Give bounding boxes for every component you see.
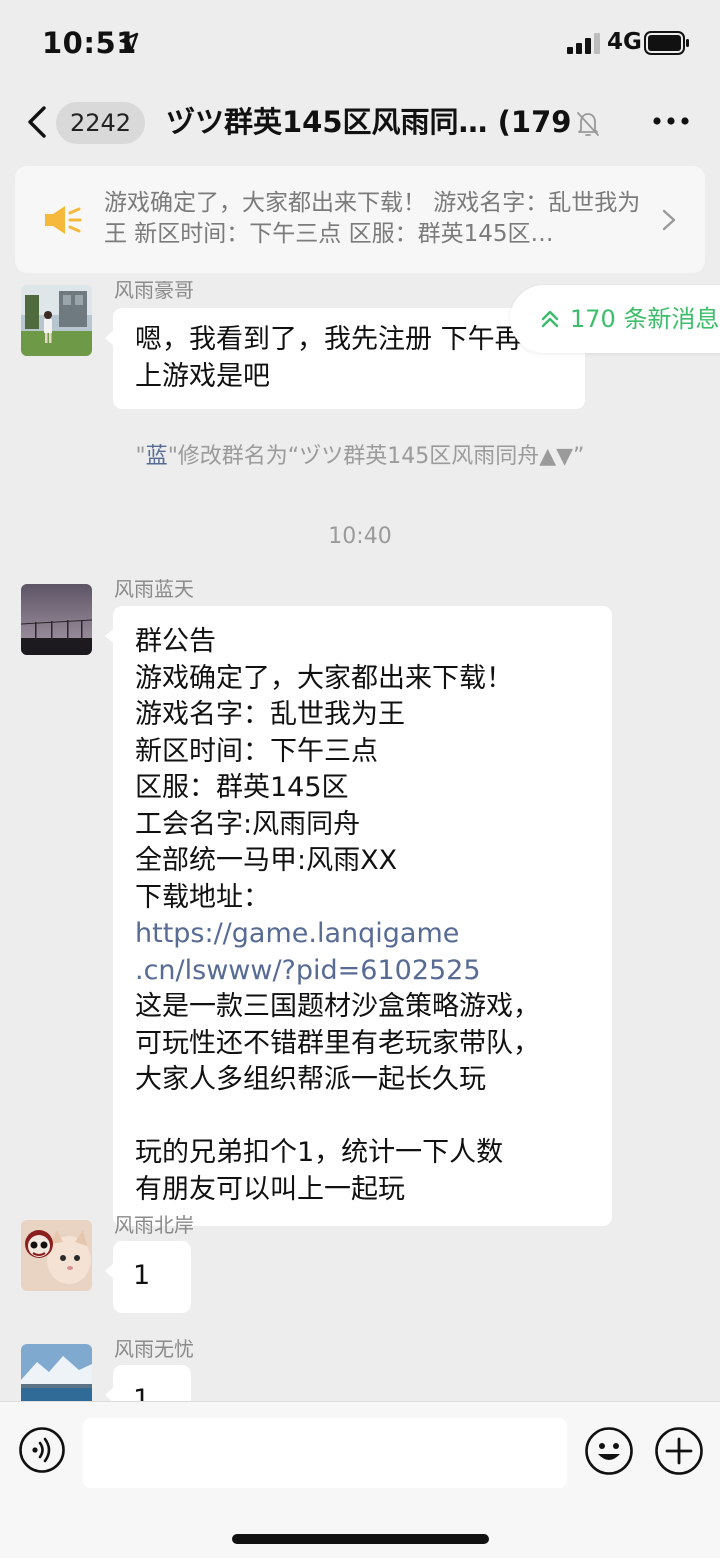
network-type: 4G [607, 29, 642, 55]
message-line: 可玩性还不错群里有老玩家带队， [135, 1027, 540, 1059]
status-bar: 10:51 4G [0, 0, 720, 88]
message-line: 嗯，我看到了，我先注册 下午再 [135, 324, 522, 355]
battery-icon [644, 31, 689, 55]
chevron-right-icon [662, 209, 676, 231]
chevron-left-icon[interactable] [24, 104, 50, 140]
message-line: 上游戏是吧 [135, 360, 270, 392]
message-line: 下载地址： https://game.lanqigame [135, 880, 590, 953]
chat-title: ヅツ群英145区风雨同… (179) [166, 105, 572, 139]
new-messages-button[interactable]: 170 条新消息 [510, 285, 720, 353]
sender-name: 风雨北岸 [114, 1213, 194, 1237]
group-notice-text: 游戏确定了，大家都出来下载！ 游戏名字：乱世我为王 新区时间：下午三点 区服：群… [104, 190, 641, 247]
download-label: 下载地址： [135, 881, 270, 913]
rename-quote: " [135, 444, 146, 469]
message-line: 游戏名字：乱世我为王 [135, 699, 405, 730]
message-line: 大家人多组织帮派一起长久玩 [135, 1064, 486, 1095]
message-line: 全部统一马甲:风雨XX [135, 845, 398, 876]
input-bar [0, 1401, 720, 1558]
sender-name: 风雨豪哥 [114, 281, 194, 302]
message-line: 区服：群英145区 [135, 772, 349, 803]
avatar[interactable] [21, 1220, 92, 1291]
rename-text: "修改群名为“ヅツ群英145区风雨同舟▲▼” [167, 444, 585, 469]
download-link-continued[interactable]: .cn/lswww/?pid=6102525 [135, 955, 481, 986]
system-rename-notice: "蓝"修改群名为“ヅツ群英145区风雨同舟▲▼” [0, 442, 720, 472]
mute-bell-icon [577, 112, 599, 136]
unread-count-badge[interactable]: 2242 [56, 102, 146, 144]
megaphone-icon [45, 206, 82, 234]
message-line: 新区时间：下午三点 [135, 735, 378, 767]
new-messages-label: 170 条新消息 [570, 305, 720, 333]
home-indicator[interactable] [232, 1534, 489, 1544]
announcement-bubble[interactable]: 群公告 游戏确定了，大家都出来下载！ 游戏名字：乱世我为王 新区时间：下午三点 … [105, 606, 612, 1226]
sender-name: 风雨无忧 [114, 1337, 194, 1361]
sender-name: 风雨蓝天 [114, 577, 194, 601]
avatar[interactable] [21, 1344, 92, 1401]
download-link[interactable]: https://game.lanqigame [135, 918, 459, 949]
message-line: .cn/lswww/?pid=6102525 [135, 953, 590, 990]
message-list[interactable]: 风雨豪哥 嗯，我看到了，我先注册 下午再 上游戏是吧 "蓝"修改群名为“ヅツ群英… [0, 281, 720, 1401]
message-line: 这是一款三国题材沙盒策略游戏， [135, 991, 540, 1022]
message-line: 玩的兄弟扣个1，统计一下人数 [135, 1137, 504, 1168]
message-bubble[interactable]: 1 [105, 1365, 191, 1401]
message-line: 游戏确定了，大家都出来下载！ [135, 662, 513, 694]
avatar[interactable] [21, 285, 92, 356]
emoji-icon[interactable] [584, 1426, 634, 1476]
double-chevron-up-icon [541, 310, 559, 328]
ellipsis-icon[interactable] [652, 112, 690, 130]
message-line: 工会名字:风雨同舟 [135, 808, 361, 840]
message-bubble[interactable]: 1 [105, 1241, 191, 1313]
message-input[interactable] [83, 1418, 567, 1488]
location-arrow-icon [119, 32, 139, 53]
message-line: 有朋友可以叫上一起玩 [135, 1173, 405, 1205]
message-line [135, 1099, 590, 1136]
message-line: 群公告 [135, 626, 216, 657]
group-notice-banner[interactable]: 游戏确定了，大家都出来下载！ 游戏名字：乱世我为王 新区时间：下午三点 区服：群… [15, 166, 705, 273]
message-timestamp: 10:40 [328, 524, 392, 549]
avatar[interactable] [21, 584, 92, 655]
chat-header: 2242 ヅツ群英145区风雨同… (179) [0, 88, 720, 156]
plus-icon[interactable] [654, 1426, 704, 1476]
voice-icon[interactable] [18, 1426, 66, 1474]
signal-icon [567, 33, 600, 54]
rename-user-link[interactable]: 蓝 [146, 444, 168, 469]
